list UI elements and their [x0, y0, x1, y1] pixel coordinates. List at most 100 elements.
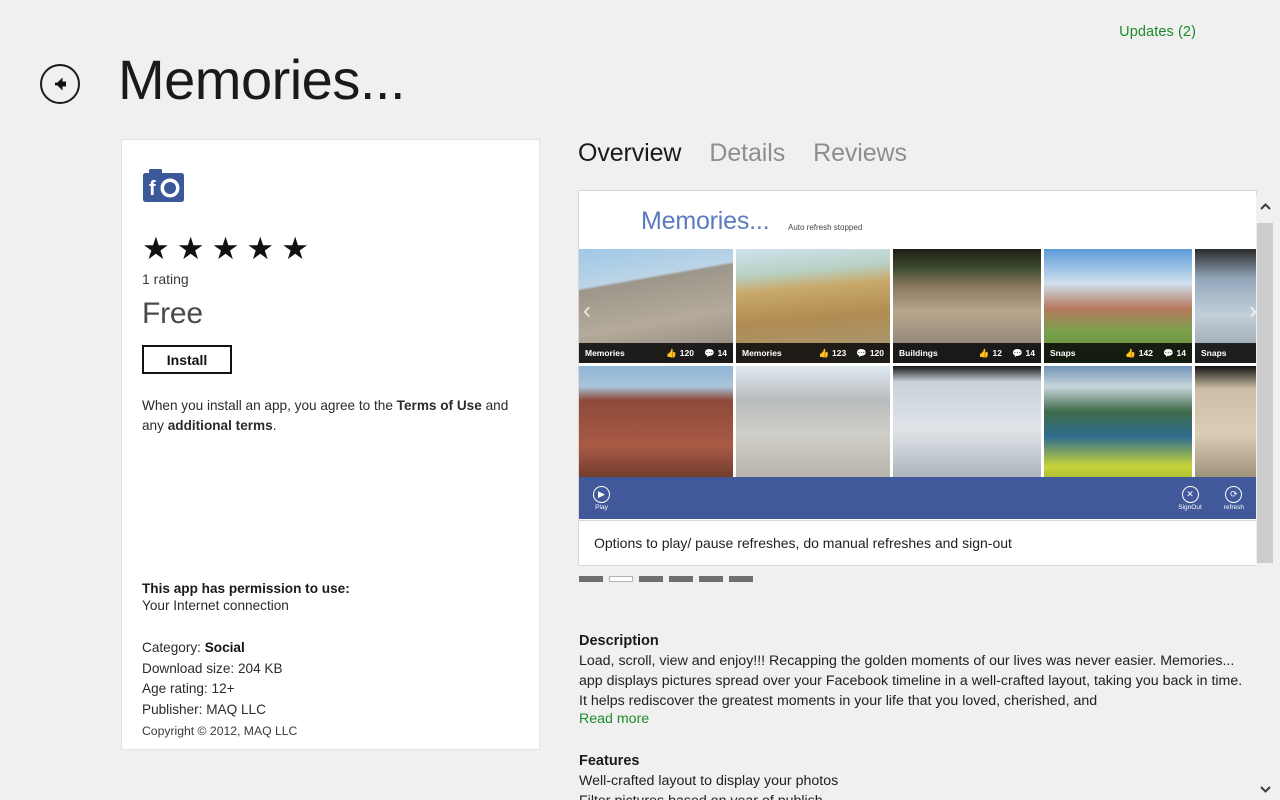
- refresh-button[interactable]: ⟳ refresh: [1223, 485, 1244, 511]
- photo-tile[interactable]: [893, 366, 1041, 480]
- category-label: Category:: [142, 640, 205, 655]
- download-size: Download size: 204 KB: [142, 660, 283, 676]
- photo-tile[interactable]: [1195, 366, 1256, 480]
- scroll-up-button[interactable]: [1256, 196, 1274, 218]
- tile-caption: Memories 👍 123 💬 120: [736, 343, 890, 363]
- feature-item: Filter pictures based on year of publish: [579, 791, 1244, 800]
- tile-comments: 💬 120: [856, 347, 884, 359]
- signout-label: SignOut: [1178, 503, 1202, 511]
- play-label: Play: [595, 503, 608, 511]
- tile-comments: 💬 14: [1162, 347, 1186, 359]
- tile-likes: 👍 12: [978, 347, 1002, 359]
- tile-likes: 👍 142: [1125, 347, 1153, 359]
- permissions-block: This app has permission to use: Your Int…: [142, 581, 522, 613]
- description-title: Description: [579, 633, 659, 649]
- chevron-up-icon: [1259, 203, 1271, 211]
- pager-dot[interactable]: [669, 576, 693, 582]
- screenshot-header: Memories... Auto refresh stopped: [579, 191, 1256, 249]
- tile-album: Memories: [742, 348, 782, 358]
- screenshot-preview[interactable]: Memories... Auto refresh stopped ‹ Memor…: [578, 190, 1257, 566]
- photo-grid-row: [579, 366, 1256, 480]
- tile-album: Buildings: [899, 348, 938, 358]
- tile-caption: Buildings 👍 12 💬 14: [893, 343, 1041, 363]
- screenshot-app-bar: ▶ Play ✕ SignOut ⟳ refresh: [579, 477, 1256, 519]
- age-rating: Age rating: 12+: [142, 681, 235, 697]
- terms-text: When you install an app, you agree to th…: [142, 396, 524, 437]
- copyright: Copyright © 2012, MAQ LLC: [142, 723, 298, 738]
- tab-reviews[interactable]: Reviews: [813, 139, 907, 168]
- tile-caption: Snaps: [1195, 343, 1256, 363]
- additional-terms-link[interactable]: additional terms: [168, 418, 273, 433]
- signout-button[interactable]: ✕ SignOut: [1178, 485, 1202, 511]
- play-icon: ▶: [593, 485, 610, 503]
- photo-grid-row: ‹ Memories 👍 120 💬 14 Memories 👍 123 💬 1…: [579, 249, 1256, 363]
- permissions-title: This app has permission to use:: [142, 581, 350, 596]
- photo-tile[interactable]: Memories 👍 123 💬 120: [736, 249, 890, 363]
- tile-likes: 👍 120: [666, 347, 694, 359]
- pager-dot-active[interactable]: [609, 576, 633, 582]
- star-icon: ★: [142, 231, 170, 266]
- play-button[interactable]: ▶ Play: [593, 485, 610, 511]
- category-line: Category: Social: [142, 638, 522, 659]
- tile-photo: [1195, 366, 1256, 480]
- photo-tile[interactable]: [579, 366, 733, 480]
- refresh-label: refresh: [1223, 503, 1244, 511]
- tile-album: Snaps: [1201, 348, 1227, 358]
- page-scrollbar[interactable]: [1256, 196, 1274, 800]
- photo-tile[interactable]: [736, 366, 890, 480]
- description-body: Load, scroll, view and enjoy!!! Recappin…: [579, 653, 1243, 710]
- photo-tile[interactable]: Buildings 👍 12 💬 14: [893, 249, 1041, 363]
- photo-tile[interactable]: [1044, 366, 1192, 480]
- star-rating: ★ ★ ★ ★ ★: [142, 233, 517, 264]
- screenshot-caption: Options to play/ pause refreshes, do man…: [579, 520, 1256, 565]
- screenshot-pager: [579, 576, 753, 582]
- pager-dot[interactable]: [699, 576, 723, 582]
- back-arrow-icon: [49, 73, 71, 95]
- permission-item: Your Internet connection: [142, 598, 289, 613]
- app-summary-card: f ★ ★ ★ ★ ★ 1 rating Free Install When y…: [121, 139, 540, 750]
- photo-tile[interactable]: Snaps 👍 142 💬 14: [1044, 249, 1192, 363]
- screenshot-status-text: Auto refresh stopped: [788, 223, 863, 232]
- star-icon: ★: [281, 231, 309, 266]
- feature-item: Well-crafted layout to display your phot…: [579, 773, 839, 789]
- tile-photo: [579, 366, 733, 480]
- features-section: Features Well-crafted layout to display …: [579, 753, 1244, 800]
- install-button[interactable]: Install: [142, 345, 232, 374]
- photo-grid: ‹ Memories 👍 120 💬 14 Memories 👍 123 💬 1…: [579, 249, 1256, 481]
- prev-chevron-icon[interactable]: ‹: [583, 297, 591, 325]
- scrollbar-thumb[interactable]: [1257, 223, 1273, 563]
- star-icon: ★: [211, 231, 240, 266]
- back-button[interactable]: [40, 64, 80, 104]
- scrollbar-track[interactable]: [1257, 218, 1273, 778]
- app-price: Free: [142, 297, 203, 330]
- rating-count: 1 rating: [142, 271, 189, 287]
- category-value: Social: [204, 640, 245, 655]
- refresh-icon: ⟳: [1225, 485, 1243, 503]
- star-icon: ★: [246, 231, 275, 266]
- tab-overview[interactable]: Overview: [578, 139, 681, 168]
- tab-details[interactable]: Details: [709, 139, 785, 168]
- tile-caption: Snaps 👍 142 💬 14: [1044, 343, 1192, 363]
- details-column: Overview Details Reviews Memories... Aut…: [578, 139, 1258, 800]
- features-title: Features: [579, 753, 640, 769]
- page-header: Memories...: [40, 52, 406, 108]
- facebook-camera-icon: f: [142, 166, 186, 206]
- description-section: Description Load, scroll, view and enjoy…: [579, 633, 1244, 727]
- close-x-icon: ✕: [1181, 485, 1199, 503]
- tile-photo: [1044, 366, 1192, 480]
- svg-text:f: f: [149, 178, 156, 200]
- tile-caption: Memories 👍 120 💬 14: [579, 343, 733, 363]
- terms-of-use-link[interactable]: Terms of Use: [397, 398, 482, 413]
- scroll-down-button[interactable]: [1256, 778, 1274, 800]
- screenshot-app-title: Memories...: [641, 207, 770, 235]
- terms-prefix: When you install an app, you agree to th…: [142, 398, 397, 413]
- pager-dot[interactable]: [729, 576, 753, 582]
- photo-tile[interactable]: › Snaps: [1195, 249, 1256, 363]
- tile-album: Memories: [585, 348, 625, 358]
- updates-link[interactable]: Updates (2): [1119, 24, 1196, 40]
- tile-comments: 💬 14: [703, 347, 727, 359]
- pager-dot[interactable]: [639, 576, 663, 582]
- photo-tile[interactable]: ‹ Memories 👍 120 💬 14: [579, 249, 733, 363]
- pager-dot[interactable]: [579, 576, 603, 582]
- read-more-link[interactable]: Read more: [579, 711, 1244, 727]
